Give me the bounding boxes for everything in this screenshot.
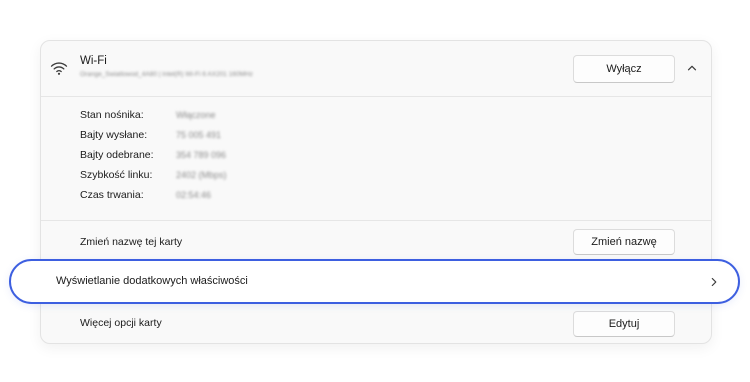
property-row: Czas trwania: 02:54:46 <box>80 189 480 205</box>
disable-button[interactable]: Wyłącz <box>573 55 675 83</box>
adapter-description: Orange_Swiatlowod_4A80 | Intel(R) Wi-Fi … <box>80 71 253 78</box>
property-label: Szybkość linku: <box>80 169 153 181</box>
chevron-right-icon <box>711 277 717 287</box>
view-more-properties-row[interactable]: Wyświetlanie dodatkowych właściwości <box>9 259 740 304</box>
property-row: Szybkość linku: 2402 (Mbps) <box>80 169 480 185</box>
property-value: 354 789 096 <box>176 150 227 160</box>
view-more-properties-label: Wyświetlanie dodatkowych właściwości <box>56 275 248 287</box>
adapter-title: Wi-Fi <box>80 55 107 67</box>
edit-button[interactable]: Edytuj <box>573 311 675 337</box>
property-value: Włączone <box>176 110 216 120</box>
property-row: Bajty wysłane: 75 005 491 <box>80 129 480 145</box>
property-label: Stan nośnika: <box>80 109 144 121</box>
chevron-up-icon[interactable] <box>685 61 699 75</box>
property-label: Czas trwania: <box>80 189 144 201</box>
more-options-label: Więcej opcji karty <box>80 317 162 329</box>
rename-button[interactable]: Zmień nazwę <box>573 229 675 255</box>
property-row: Bajty odebrane: 354 789 096 <box>80 149 480 165</box>
property-value: 2402 (Mbps) <box>176 170 227 180</box>
divider <box>41 220 711 221</box>
property-value: 02:54:46 <box>176 190 212 200</box>
property-label: Bajty wysłane: <box>80 129 148 141</box>
rename-label: Zmień nazwę tej karty <box>80 236 183 248</box>
adapter-header[interactable]: Wi-Fi Orange_Swiatlowod_4A80 | Intel(R) … <box>41 41 711 97</box>
wifi-icon <box>50 62 68 75</box>
property-label: Bajty odebrane: <box>80 149 154 161</box>
property-value: 75 005 491 <box>176 130 222 140</box>
property-row: Stan nośnika: Włączone <box>80 109 480 125</box>
